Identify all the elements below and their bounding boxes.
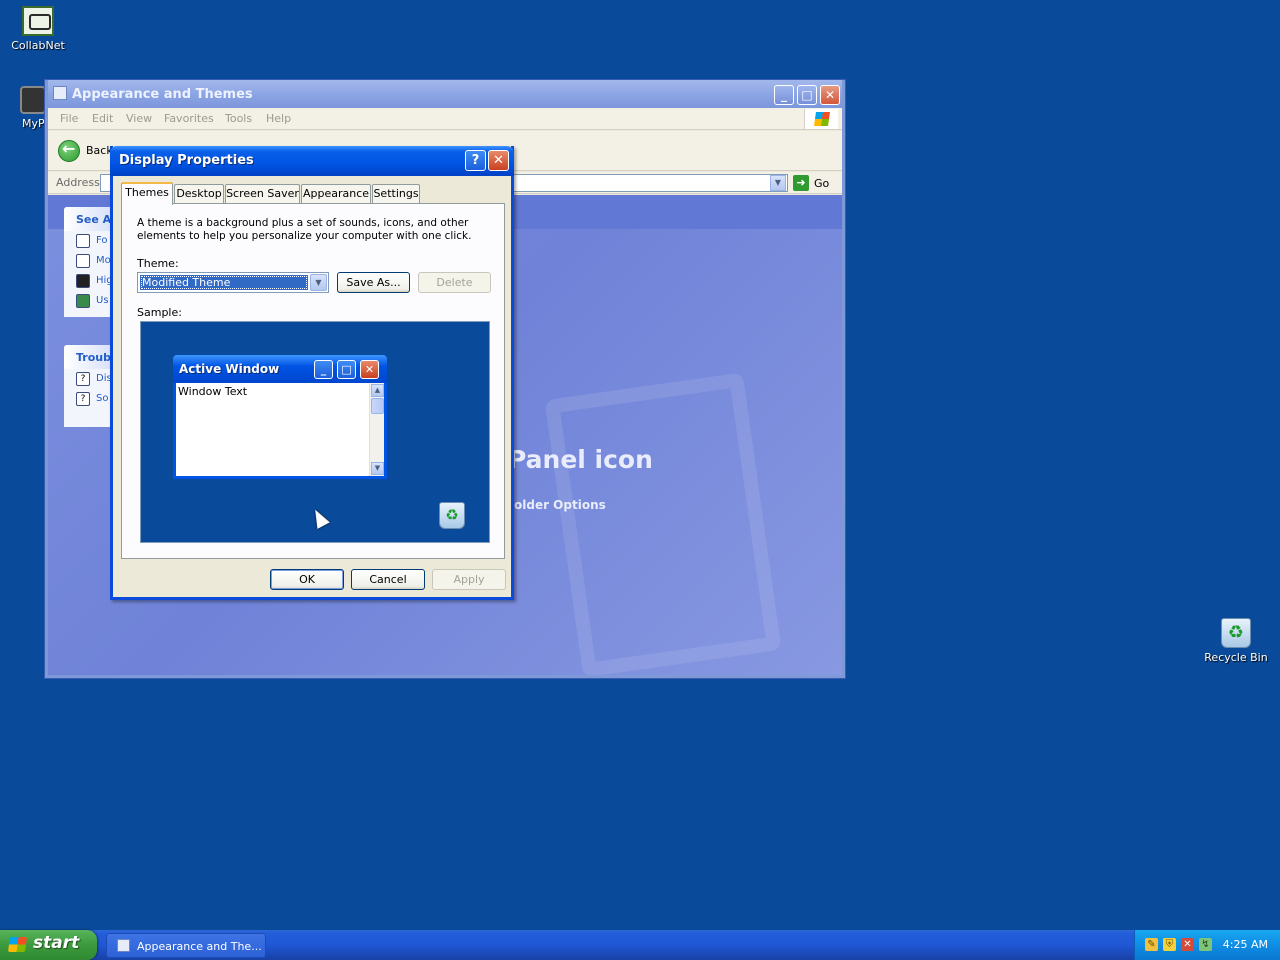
control-panel-icon <box>117 939 130 952</box>
ok-button[interactable]: OK <box>270 569 344 590</box>
explorer-title: Appearance and Themes <box>72 87 253 102</box>
folder-options-link[interactable]: older Options <box>514 498 606 512</box>
menu-favorites[interactable]: Favorites <box>164 112 214 125</box>
scroll-down-icon: ▼ <box>371 462 384 475</box>
start-button[interactable]: start <box>0 930 97 960</box>
sample-window-title-bar: Active Window _ □ ✕ <box>173 355 387 383</box>
help-icon: ? <box>76 372 90 386</box>
close-icon: ✕ <box>493 153 504 168</box>
help-icon: ? <box>76 392 90 406</box>
question-mark-icon: ? <box>471 153 480 168</box>
theme-dropdown-button[interactable]: ▼ <box>310 274 327 291</box>
help-button[interactable]: ? <box>465 150 486 171</box>
menu-edit[interactable]: Edit <box>92 112 113 125</box>
delete-button[interactable]: Delete <box>418 272 491 293</box>
tray-network-icon[interactable]: ✎ <box>1145 938 1158 951</box>
tray-security-shield-icon[interactable]: ⛨ <box>1163 938 1176 951</box>
theme-select-value: Modified Theme <box>140 275 308 290</box>
tab-appearance[interactable]: Appearance <box>301 184 371 203</box>
minimize-button[interactable]: _ <box>774 85 794 105</box>
go-button-label[interactable]: Go <box>814 177 829 190</box>
clock[interactable]: 4:25 AM <box>1223 938 1268 951</box>
sample-window-text: Window Text <box>178 385 248 398</box>
sample-window-title: Active Window <box>179 362 280 376</box>
desktop-icon-collabnet[interactable]: CollabNet <box>0 6 76 52</box>
windows-logo-icon <box>804 109 838 129</box>
chevron-down-icon: ▼ <box>774 178 782 187</box>
desktop-icon-label: Recycle Bin <box>1204 651 1268 664</box>
sample-label: Sample: <box>137 306 182 319</box>
sample-minimize-icon: _ <box>314 360 333 379</box>
tab-settings[interactable]: Settings <box>372 184 420 203</box>
back-button-label[interactable]: Back <box>86 144 113 157</box>
theme-label: Theme: <box>137 257 179 270</box>
maximize-button[interactable]: □ <box>797 85 817 105</box>
back-arrow-icon[interactable] <box>58 139 80 162</box>
recycle-bin-icon <box>1221 618 1251 648</box>
menu-bar: File Edit View Favorites Tools Help <box>48 108 842 130</box>
desktop-icon-mypc[interactable]: MyPa <box>8 86 51 130</box>
display-properties-dialog: Display Properties ? ✕ Themes Desktop Sc… <box>110 146 514 600</box>
high-contrast-icon <box>76 274 90 288</box>
taskbar: start Appearance and The... ✎ ⛨ ✕ ↯ 4:25… <box>0 930 1280 960</box>
theme-select[interactable]: Modified Theme ▼ <box>137 272 329 293</box>
tab-desktop[interactable]: Desktop <box>174 184 224 203</box>
sample-close-icon: ✕ <box>360 360 379 379</box>
control-panel-icon <box>53 86 67 100</box>
maximize-icon: □ <box>801 88 813 102</box>
windows-flag-icon <box>7 937 28 952</box>
system-tray: ✎ ⛨ ✕ ↯ 4:25 AM <box>1134 930 1280 960</box>
folder-icon <box>76 234 90 248</box>
save-as-button[interactable]: Save As... <box>337 272 410 293</box>
address-dropdown-button[interactable]: ▼ <box>770 175 786 191</box>
sample-scrollbar: ▲ ▼ <box>369 383 384 476</box>
go-arrow-icon[interactable]: ➜ <box>793 175 809 191</box>
desktop-icon-label: CollabNet <box>11 39 65 52</box>
menu-tools[interactable]: Tools <box>225 112 252 125</box>
sample-maximize-icon: □ <box>337 360 356 379</box>
start-label: start <box>33 933 80 953</box>
close-button[interactable]: ✕ <box>820 85 840 105</box>
menu-help[interactable]: Help <box>266 112 291 125</box>
tab-themes[interactable]: Themes <box>121 182 173 205</box>
explorer-title-bar[interactable]: Appearance and Themes _ □ ✕ <box>48 80 842 108</box>
dialog-title: Display Properties <box>119 153 254 168</box>
themes-tab-panel: A theme is a background plus a set of so… <box>121 203 505 559</box>
scroll-up-icon: ▲ <box>371 384 384 397</box>
close-icon: ✕ <box>824 88 836 102</box>
tray-alert-shield-icon[interactable]: ✕ <box>1181 938 1194 951</box>
dialog-close-button[interactable]: ✕ <box>488 150 509 171</box>
taskbar-item-appearance-themes[interactable]: Appearance and The... <box>106 933 266 958</box>
taskbar-item-label: Appearance and The... <box>137 940 262 953</box>
desktop-icon-recycle-bin[interactable]: Recycle Bin <box>1198 618 1274 664</box>
my-pc-icon <box>20 86 46 114</box>
mouse-pointer-icon <box>76 254 90 268</box>
sample-recycle-bin-icon: ♻ <box>439 502 465 529</box>
dialog-title-bar[interactable]: Display Properties ? ✕ <box>110 146 514 176</box>
desktop-icon-label: MyPa <box>22 117 51 130</box>
address-label: Address <box>56 176 100 189</box>
collabnet-icon <box>22 6 54 36</box>
menu-view[interactable]: View <box>126 112 152 125</box>
scroll-thumb <box>371 398 384 414</box>
sample-window-body: Window Text ▲ ▼ <box>176 383 384 476</box>
content-heading: Panel icon <box>508 445 653 474</box>
watermark-graphic <box>544 372 782 675</box>
cancel-button[interactable]: Cancel <box>351 569 425 590</box>
chevron-down-icon: ▼ <box>315 278 322 287</box>
theme-description: A theme is a background plus a set of so… <box>137 217 472 242</box>
minimize-icon: _ <box>781 88 787 102</box>
menu-file[interactable]: File <box>60 112 78 125</box>
tray-connection-icon[interactable]: ↯ <box>1199 938 1212 951</box>
apply-button[interactable]: Apply <box>432 569 506 590</box>
user-picture-icon <box>76 294 90 308</box>
sample-active-window: Active Window _ □ ✕ Window Text ▲ ▼ <box>173 355 387 479</box>
tab-screen-saver[interactable]: Screen Saver <box>225 184 300 203</box>
